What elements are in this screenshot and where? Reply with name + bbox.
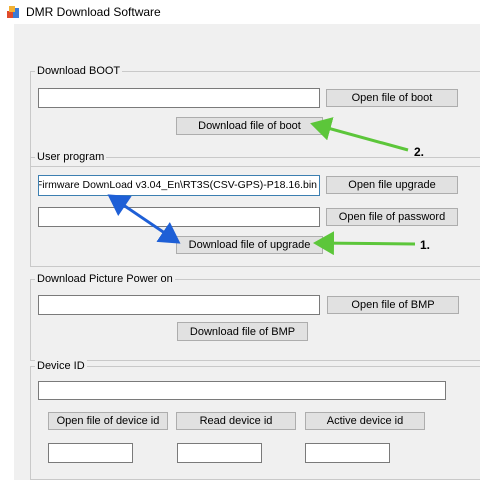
device-id-value-field-1[interactable] — [48, 443, 133, 463]
title-bar: DMR Download Software — [0, 0, 480, 24]
device-id-value-field-2[interactable] — [177, 443, 262, 463]
download-boot-legend: Download BOOT — [35, 65, 123, 77]
download-file-of-upgrade-button[interactable]: Download file of upgrade — [176, 236, 323, 254]
read-device-id-button[interactable]: Read device id — [176, 412, 296, 430]
app-icon — [7, 6, 19, 18]
picture-power-on-legend: Download Picture Power on — [35, 273, 175, 285]
main-panel: Download BOOT Open file of boot Download… — [14, 24, 480, 480]
user-program-legend: User program — [35, 151, 107, 163]
download-file-of-bmp-button[interactable]: Download file of BMP — [177, 322, 308, 341]
annotation-step-2: 2. — [414, 145, 425, 159]
picture-power-on-group: Download Picture Power on — [30, 273, 480, 361]
password-path-field[interactable] — [38, 207, 320, 227]
upgrade-path-field[interactable]: MR Firmware DownLoad v3.04_En\RT3S(CSV-G… — [38, 175, 320, 196]
download-file-of-boot-button[interactable]: Download file of boot — [176, 117, 323, 135]
open-file-of-password-button[interactable]: Open file of password — [326, 208, 458, 226]
device-id-path-field[interactable] — [38, 381, 446, 400]
open-file-of-bmp-button[interactable]: Open file of BMP — [327, 296, 459, 314]
window-title: DMR Download Software — [26, 5, 161, 19]
open-file-upgrade-button[interactable]: Open file upgrade — [326, 176, 458, 194]
device-id-value-field-3[interactable] — [305, 443, 390, 463]
bmp-path-field[interactable] — [38, 295, 320, 315]
open-file-of-boot-button[interactable]: Open file of boot — [326, 89, 458, 107]
upgrade-path-text: MR Firmware DownLoad v3.04_En\RT3S(CSV-G… — [38, 179, 317, 191]
annotation-step-1: 1. — [420, 238, 431, 252]
device-id-legend: Device ID — [35, 360, 87, 372]
active-device-id-button[interactable]: Active device id — [305, 412, 425, 430]
open-file-of-device-id-button[interactable]: Open file of device id — [48, 412, 168, 430]
boot-path-field[interactable] — [38, 88, 320, 108]
